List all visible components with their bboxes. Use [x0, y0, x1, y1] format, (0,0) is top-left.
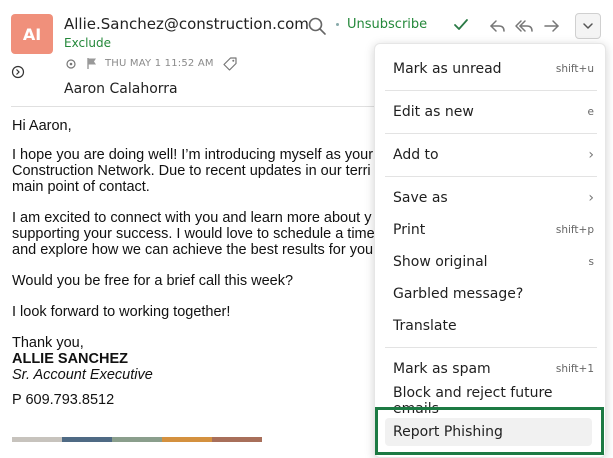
- reply-all-icon[interactable]: [513, 15, 535, 37]
- color-segment: [162, 437, 212, 442]
- menu-item-save-as[interactable]: Save as ›: [375, 184, 605, 212]
- sender-email[interactable]: Allie.Sanchez@construction.com: [64, 15, 309, 33]
- color-segment: [112, 437, 162, 442]
- email-date: THU MAY 1 11:52 AM: [105, 58, 214, 69]
- flag-icon[interactable]: [86, 57, 98, 70]
- color-segment: [12, 437, 62, 442]
- check-icon[interactable]: [452, 16, 470, 34]
- recipient-name[interactable]: Aaron Calahorra: [64, 81, 178, 97]
- menu-item-mark-unread[interactable]: Mark as unread shift+u: [375, 55, 605, 83]
- forward-icon[interactable]: [541, 15, 563, 37]
- menu-item-print[interactable]: Print shift+p: [375, 216, 605, 244]
- menu-separator: [385, 176, 597, 177]
- menu-item-show-original[interactable]: Show original s: [375, 248, 605, 276]
- color-segment: [212, 437, 262, 442]
- signature-color-bar: [12, 437, 262, 442]
- avatar[interactable]: AI: [11, 14, 53, 54]
- color-segment: [62, 437, 112, 442]
- header-divider: [11, 106, 376, 107]
- menu-separator: [385, 347, 597, 348]
- more-actions-menu: Mark as unread shift+u Edit as new e Add…: [374, 43, 606, 458]
- chevron-right-icon: ›: [588, 190, 594, 206]
- menu-separator: [385, 133, 597, 134]
- separator-dot: [336, 23, 339, 26]
- menu-item-garbled-message[interactable]: Garbled message?: [375, 280, 605, 308]
- signature-phone: P 609.793.8512: [12, 392, 115, 408]
- unsubscribe-link[interactable]: Unsubscribe: [347, 17, 427, 32]
- reply-icon[interactable]: [487, 15, 509, 37]
- signature: Thank you, ALLIE SANCHEZ Sr. Account Exe…: [12, 335, 153, 383]
- paragraph-intro: I hope you are doing well! I’m introduci…: [12, 147, 374, 195]
- signature-name: ALLIE SANCHEZ: [12, 351, 128, 367]
- more-actions-button[interactable]: [575, 13, 601, 39]
- tag-icon[interactable]: [222, 56, 238, 72]
- expand-icon[interactable]: [11, 65, 25, 79]
- menu-item-edit-as-new[interactable]: Edit as new e: [375, 98, 605, 126]
- paragraph-call: Would you be free for a brief call this …: [12, 273, 294, 289]
- search-icon[interactable]: [306, 15, 328, 37]
- paragraph-closing: I look forward to working together!: [12, 304, 231, 320]
- greeting: Hi Aaron,: [12, 118, 72, 134]
- menu-item-translate[interactable]: Translate: [375, 312, 605, 340]
- pin-icon[interactable]: [65, 58, 77, 70]
- report-phishing-highlight-box: [375, 407, 604, 455]
- chevron-down-icon: [583, 23, 593, 29]
- signature-title: Sr. Account Executive: [12, 367, 153, 383]
- chevron-right-icon: ›: [588, 147, 594, 163]
- menu-separator: [385, 90, 597, 91]
- exclude-link[interactable]: Exclude: [64, 36, 111, 50]
- paragraph-connect: I am excited to connect with you and lea…: [12, 210, 375, 258]
- email-body: Hi Aaron, I hope you are doing well! I’m…: [12, 118, 382, 423]
- menu-item-mark-as-spam[interactable]: Mark as spam shift+1: [375, 355, 605, 383]
- menu-item-add-to[interactable]: Add to ›: [375, 141, 605, 169]
